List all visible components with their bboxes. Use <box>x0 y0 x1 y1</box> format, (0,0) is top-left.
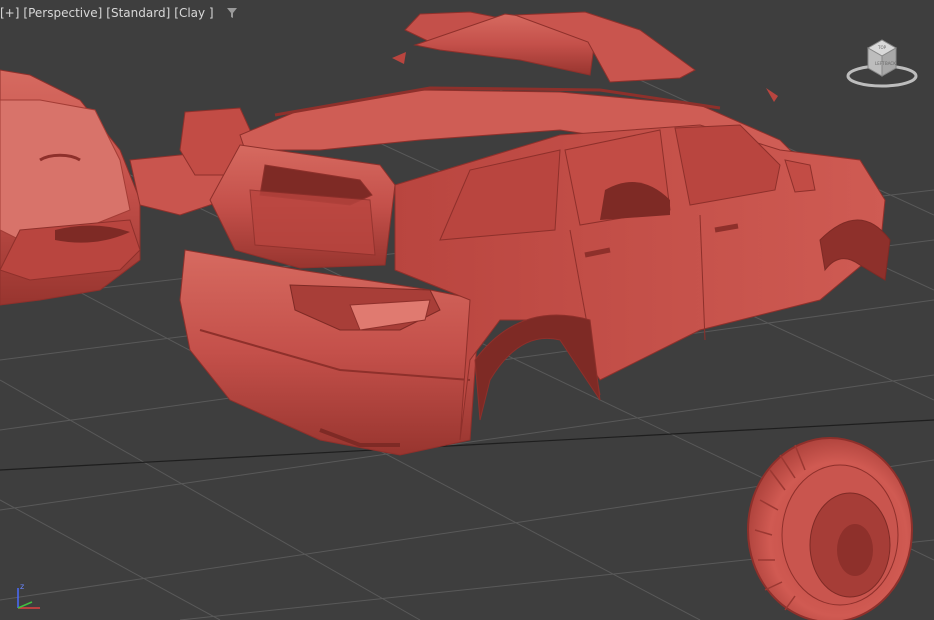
viewport-view-menu[interactable]: [Perspective] <box>23 6 102 20</box>
viewcube[interactable]: LEFT BACK TOP <box>844 34 920 90</box>
z-axis-label: z <box>20 582 24 591</box>
viewcube-side-label: LEFT <box>875 61 885 66</box>
viewcube-front-label: BACK <box>885 61 896 66</box>
y-axis-line <box>17 601 33 609</box>
axis-gizmo: z <box>17 582 40 609</box>
viewcube-top-label: TOP <box>877 45 887 50</box>
scene-render[interactable] <box>0 0 934 620</box>
viewport-style-menu[interactable]: [Clay ] <box>174 6 213 20</box>
detached-wheel <box>747 437 913 620</box>
3d-viewport[interactable]: [+] [Perspective] [Standard] [Clay ] LEF… <box>0 0 934 620</box>
viewport-label-menu: [+] [Perspective] [Standard] [Clay ] <box>0 5 238 21</box>
viewport-general-menu[interactable]: [+] <box>0 6 19 20</box>
viewport-shading-menu[interactable]: [Standard] <box>106 6 170 20</box>
funnel-icon[interactable] <box>226 7 238 19</box>
